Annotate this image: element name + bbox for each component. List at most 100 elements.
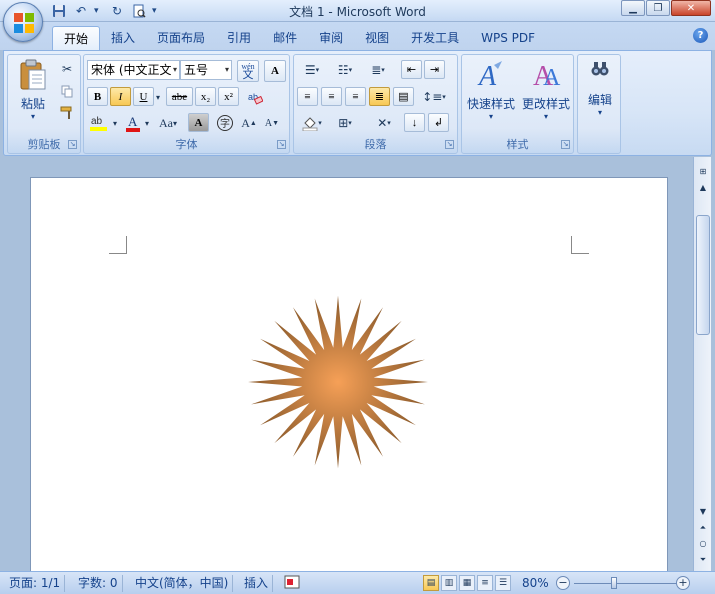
paste-label: 粘贴 [20,97,45,111]
group-editing: 编辑 ▾ [577,54,621,154]
outline-view-icon[interactable]: ≡ [477,575,493,591]
paste-dropdown-icon[interactable]: ▾ [31,112,35,121]
borders-button[interactable]: ⊞ ▾ [330,113,360,133]
vertical-scrollbar[interactable]: ⊞ ▲ ▼ ⏶ ○ ⏷ [693,157,711,571]
tab-3[interactable]: 引用 [216,26,262,50]
phonetic-guide-button[interactable]: wén 文 [237,60,259,82]
font-name-combo[interactable]: 宋体 (中文正文) ▾ [87,60,180,80]
full-screen-reading-icon[interactable]: ▥ [441,575,457,591]
restore-icon[interactable]: ❐ [646,0,670,16]
numbering-button[interactable]: ☷ ▾ [330,60,360,80]
web-layout-icon[interactable]: ▦ [459,575,475,591]
scroll-up-icon[interactable]: ▲ [696,181,710,195]
font-size-combo[interactable]: 五号 ▾ [180,60,232,80]
office-button[interactable] [3,2,43,42]
align-left-icon[interactable]: ≡ [297,87,318,106]
group-styles: A 快速样式 ▾ A A 更改样式 ▾ 样式 ↘ [461,54,574,154]
cut-icon[interactable]: ✂ [56,59,78,79]
macro-record-icon[interactable] [280,575,304,592]
minimize-icon[interactable]: ▁ [621,0,645,16]
chinese-layout-button[interactable]: ✕ ▾ [369,113,399,133]
tab-2[interactable]: 页面布局 [146,26,216,50]
tab-6[interactable]: 视图 [354,26,400,50]
word-count[interactable]: 字数: 0 [74,575,123,592]
font-size-dropdown-icon[interactable]: ▾ [225,61,229,79]
text-highlight-button[interactable]: ab [87,113,111,133]
align-right-icon[interactable]: ≡ [345,87,366,106]
zoom-slider-thumb[interactable] [611,577,618,589]
language-indicator[interactable]: 中文(简体，中国) [131,575,234,592]
change-case-button[interactable]: Aa ▾ [154,113,182,133]
justify-icon[interactable]: ≣ [369,87,390,106]
page-count[interactable]: 页面: 1/1 [5,575,66,592]
multilevel-list-button[interactable]: ≣ ▾ [363,60,393,80]
clear-formatting-icon[interactable]: ab [244,87,266,107]
format-painter-icon[interactable] [56,103,78,123]
clipboard-launcher-icon[interactable]: ↘ [68,140,77,149]
tab-4[interactable]: 邮件 [262,26,308,50]
next-page-icon[interactable]: ⏷ [696,553,710,567]
insert-mode-indicator[interactable]: 插入 [240,575,274,592]
character-shading-button[interactable]: A [188,113,209,132]
shading-button[interactable]: ▾ [297,113,327,133]
change-styles-button[interactable]: A A 更改样式 ▾ [519,59,573,121]
sort-icon[interactable]: ↓ [404,113,425,132]
font-name-dropdown-icon[interactable]: ▾ [170,61,177,79]
enclose-characters-icon[interactable]: 字 [214,113,236,133]
distributed-icon[interactable]: ▤ [393,87,414,106]
italic-button[interactable]: I [110,87,131,106]
underline-button[interactable]: U [133,87,154,106]
highlight-dropdown-icon[interactable]: ▾ [110,113,120,133]
zoom-level[interactable]: 80% [518,575,553,592]
styles-launcher-icon[interactable]: ↘ [561,140,570,149]
close-icon[interactable]: ✕ [671,0,711,16]
copy-icon[interactable] [56,81,78,101]
zoom-in-icon[interactable]: + [676,576,690,590]
grow-font-button[interactable]: A ▲ [238,113,260,133]
tab-5[interactable]: 审阅 [308,26,354,50]
line-spacing-button[interactable]: ↕≡ ▾ [419,87,449,107]
paste-button[interactable]: 粘贴 ▾ [12,59,54,121]
bold-button[interactable]: B [87,87,108,106]
bullets-button[interactable]: ☰ ▾ [297,60,327,80]
scroll-thumb[interactable] [696,215,710,335]
subscript-button[interactable]: x₂ [195,87,216,106]
ruler-toggle-icon[interactable]: ⊞ [696,165,710,179]
increase-indent-icon[interactable]: ⇥ [424,60,445,79]
zoom-slider[interactable] [574,583,678,584]
editing-button[interactable]: 编辑 ▾ [580,59,620,117]
star-shape[interactable] [245,294,431,470]
draft-view-icon[interactable]: ☰ [495,575,511,591]
quick-styles-dropdown-icon[interactable]: ▾ [489,112,493,121]
office-logo-icon [14,13,34,33]
select-browse-object-icon[interactable]: ○ [696,537,710,551]
font-color-button[interactable]: A [122,113,144,133]
strikethrough-button[interactable]: abe [166,87,193,106]
previous-page-icon[interactable]: ⏶ [696,521,710,535]
font-launcher-icon[interactable]: ↘ [277,140,286,149]
help-icon[interactable]: ? [693,28,708,43]
paragraph-launcher-icon[interactable]: ↘ [445,140,454,149]
superscript-button[interactable]: x² [218,87,239,106]
svg-text:ab: ab [91,116,103,127]
tab-0[interactable]: 开始 [52,26,101,50]
change-styles-dropdown-icon[interactable]: ▾ [544,112,548,121]
tab-7[interactable]: 开发工具 [400,26,470,50]
editing-dropdown-icon[interactable]: ▾ [598,108,602,117]
font-size-value: 五号 [184,63,209,77]
scroll-down-icon[interactable]: ▼ [696,505,710,519]
tab-1[interactable]: 插入 [100,26,146,50]
show-marks-icon[interactable]: ↲ [428,113,449,132]
shrink-font-button[interactable]: A ▼ [261,113,283,133]
svg-text:A: A [543,65,561,91]
decrease-indent-icon[interactable]: ⇤ [401,60,422,79]
align-center-icon[interactable]: ≡ [321,87,342,106]
print-layout-view-icon[interactable]: ▤ [423,575,439,591]
tab-8[interactable]: WPS PDF [470,26,546,50]
document-page[interactable] [30,177,668,594]
font-color-dropdown-icon[interactable]: ▾ [142,113,152,133]
character-border-button[interactable]: A [264,60,286,82]
quick-styles-button[interactable]: A 快速样式 ▾ [465,59,517,121]
underline-dropdown-icon[interactable]: ▾ [153,87,163,107]
zoom-out-icon[interactable]: − [556,576,570,590]
